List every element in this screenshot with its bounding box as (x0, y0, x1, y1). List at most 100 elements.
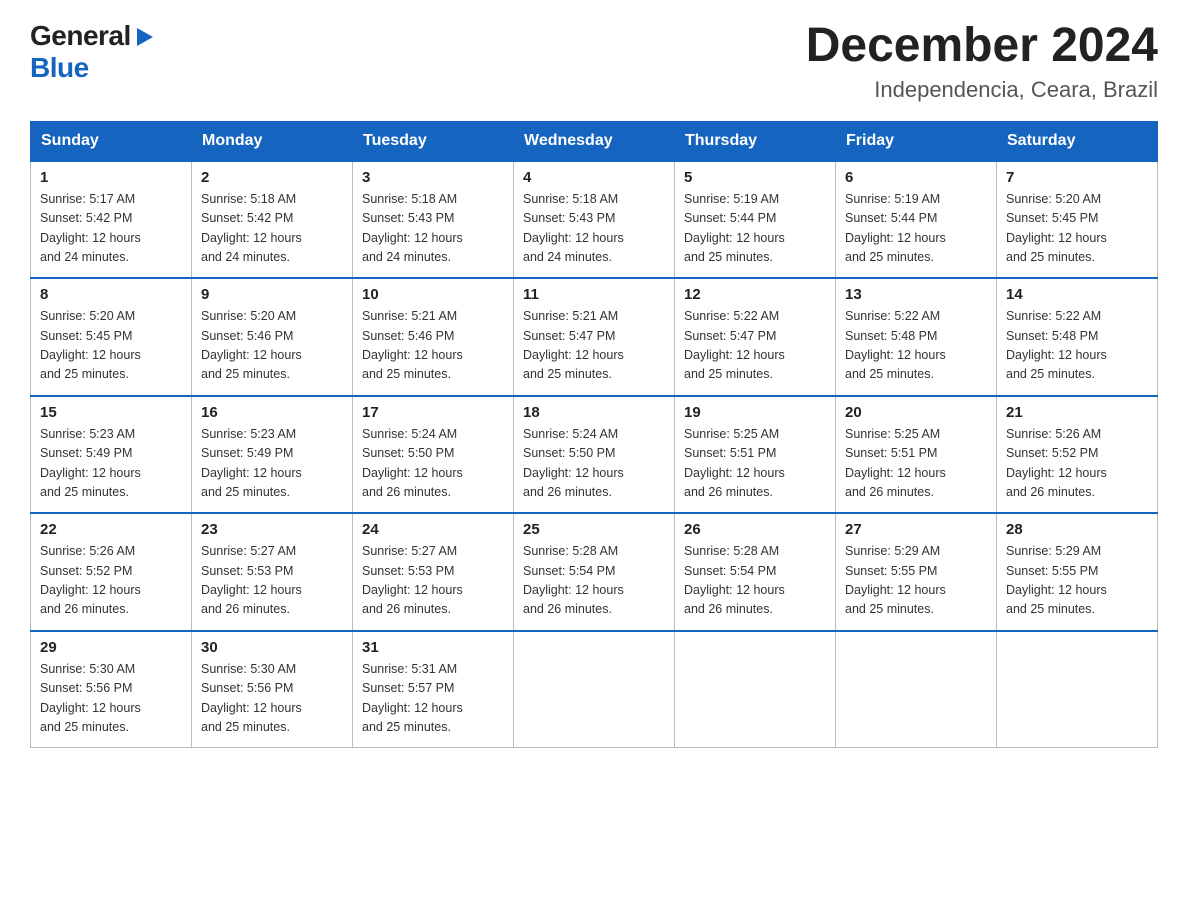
day-number: 29 (40, 639, 182, 656)
day-info: Sunrise: 5:23 AMSunset: 5:49 PMDaylight:… (201, 425, 343, 503)
table-row: 7 Sunrise: 5:20 AMSunset: 5:45 PMDaylight… (997, 161, 1158, 279)
day-info: Sunrise: 5:19 AMSunset: 5:44 PMDaylight:… (845, 190, 987, 268)
col-monday: Monday (192, 121, 353, 161)
day-info: Sunrise: 5:28 AMSunset: 5:54 PMDaylight:… (684, 542, 826, 620)
day-info: Sunrise: 5:24 AMSunset: 5:50 PMDaylight:… (362, 425, 504, 503)
day-number: 7 (1006, 169, 1148, 186)
col-sunday: Sunday (31, 121, 192, 161)
table-row: 14 Sunrise: 5:22 AMSunset: 5:48 PMDayligh… (997, 278, 1158, 396)
day-number: 30 (201, 639, 343, 656)
col-wednesday: Wednesday (514, 121, 675, 161)
calendar-week-row: 22 Sunrise: 5:26 AMSunset: 5:52 PMDayligh… (31, 513, 1158, 631)
day-info: Sunrise: 5:29 AMSunset: 5:55 PMDaylight:… (845, 542, 987, 620)
table-row: 6Sunrise: 5:19 AMSunset: 5:44 PMDaylight… (836, 161, 997, 279)
table-row: 1 Sunrise: 5:17 AMSunset: 5:42 PMDaylight… (31, 161, 192, 279)
logo: General Blue (30, 20, 155, 84)
day-number: 11 (523, 286, 665, 303)
day-info: Sunrise: 5:18 AMSunset: 5:43 PMDaylight:… (523, 190, 665, 268)
day-number: 14 (1006, 286, 1148, 303)
day-number: 21 (1006, 404, 1148, 421)
day-info: Sunrise: 5:21 AMSunset: 5:47 PMDaylight:… (523, 307, 665, 385)
day-info: Sunrise: 5:19 AMSunset: 5:44 PMDaylight:… (684, 190, 826, 268)
table-row: 10 Sunrise: 5:21 AMSunset: 5:46 PMDayligh… (353, 278, 514, 396)
table-row: 3 Sunrise: 5:18 AMSunset: 5:43 PMDaylight… (353, 161, 514, 279)
day-number: 13 (845, 286, 987, 303)
table-row: 18 Sunrise: 5:24 AMSunset: 5:50 PMDayligh… (514, 396, 675, 514)
table-row: 20 Sunrise: 5:25 AMSunset: 5:51 PMDayligh… (836, 396, 997, 514)
day-info: Sunrise: 5:26 AMSunset: 5:52 PMDaylight:… (40, 542, 182, 620)
day-info: Sunrise: 5:29 AMSunset: 5:55 PMDaylight:… (1006, 542, 1148, 620)
day-number: 3 (362, 169, 504, 186)
day-number: 22 (40, 521, 182, 538)
day-info: Sunrise: 5:20 AMSunset: 5:46 PMDaylight:… (201, 307, 343, 385)
day-number: 17 (362, 404, 504, 421)
table-row: 30 Sunrise: 5:30 AMSunset: 5:56 PMDayligh… (192, 631, 353, 748)
day-number: 16 (201, 404, 343, 421)
table-row: 13 Sunrise: 5:22 AMSunset: 5:48 PMDayligh… (836, 278, 997, 396)
table-row: 11 Sunrise: 5:21 AMSunset: 5:47 PMDayligh… (514, 278, 675, 396)
table-row: 17 Sunrise: 5:24 AMSunset: 5:50 PMDayligh… (353, 396, 514, 514)
logo-arrow-icon (133, 26, 155, 48)
table-row: 24Sunrise: 5:27 AMSunset: 5:53 PMDayligh… (353, 513, 514, 631)
day-number: 18 (523, 404, 665, 421)
day-number: 28 (1006, 521, 1148, 538)
day-info: Sunrise: 5:18 AMSunset: 5:42 PMDaylight:… (201, 190, 343, 268)
day-info: Sunrise: 5:20 AMSunset: 5:45 PMDaylight:… (40, 307, 182, 385)
table-row: 2 Sunrise: 5:18 AMSunset: 5:42 PMDaylight… (192, 161, 353, 279)
col-friday: Friday (836, 121, 997, 161)
page-header: General Blue December 2024 Independencia… (30, 20, 1158, 103)
day-info: Sunrise: 5:25 AMSunset: 5:51 PMDaylight:… (684, 425, 826, 503)
day-info: Sunrise: 5:17 AMSunset: 5:42 PMDaylight:… (40, 190, 182, 268)
day-number: 4 (523, 169, 665, 186)
location-text: Independencia, Ceara, Brazil (806, 77, 1158, 103)
day-number: 20 (845, 404, 987, 421)
day-number: 19 (684, 404, 826, 421)
day-info: Sunrise: 5:18 AMSunset: 5:43 PMDaylight:… (362, 190, 504, 268)
day-number: 2 (201, 169, 343, 186)
table-row: 9 Sunrise: 5:20 AMSunset: 5:46 PMDaylight… (192, 278, 353, 396)
day-info: Sunrise: 5:22 AMSunset: 5:48 PMDaylight:… (845, 307, 987, 385)
table-row: 4 Sunrise: 5:18 AMSunset: 5:43 PMDaylight… (514, 161, 675, 279)
day-number: 31 (362, 639, 504, 656)
title-section: December 2024 Independencia, Ceara, Braz… (806, 20, 1158, 103)
logo-blue-text: Blue (30, 52, 89, 84)
calendar-table: Sunday Monday Tuesday Wednesday Thursday… (30, 121, 1158, 749)
day-number: 5 (684, 169, 826, 186)
table-row: 31 Sunrise: 5:31 AMSunset: 5:57 PMDayligh… (353, 631, 514, 748)
table-row (836, 631, 997, 748)
day-info: Sunrise: 5:24 AMSunset: 5:50 PMDaylight:… (523, 425, 665, 503)
day-info: Sunrise: 5:20 AMSunset: 5:45 PMDaylight:… (1006, 190, 1148, 268)
day-number: 25 (523, 521, 665, 538)
table-row: 8 Sunrise: 5:20 AMSunset: 5:45 PMDaylight… (31, 278, 192, 396)
table-row: 22 Sunrise: 5:26 AMSunset: 5:52 PMDayligh… (31, 513, 192, 631)
calendar-week-row: 15Sunrise: 5:23 AMSunset: 5:49 PMDayligh… (31, 396, 1158, 514)
day-number: 12 (684, 286, 826, 303)
table-row: 16 Sunrise: 5:23 AMSunset: 5:49 PMDayligh… (192, 396, 353, 514)
day-info: Sunrise: 5:31 AMSunset: 5:57 PMDaylight:… (362, 660, 504, 738)
table-row: 19 Sunrise: 5:25 AMSunset: 5:51 PMDayligh… (675, 396, 836, 514)
table-row (675, 631, 836, 748)
day-info: Sunrise: 5:27 AMSunset: 5:53 PMDaylight:… (201, 542, 343, 620)
day-number: 10 (362, 286, 504, 303)
day-number: 9 (201, 286, 343, 303)
day-info: Sunrise: 5:25 AMSunset: 5:51 PMDaylight:… (845, 425, 987, 503)
col-thursday: Thursday (675, 121, 836, 161)
table-row: 25 Sunrise: 5:28 AMSunset: 5:54 PMDayligh… (514, 513, 675, 631)
day-number: 27 (845, 521, 987, 538)
day-number: 8 (40, 286, 182, 303)
calendar-week-row: 29 Sunrise: 5:30 AMSunset: 5:56 PMDayligh… (31, 631, 1158, 748)
day-number: 1 (40, 169, 182, 186)
day-info: Sunrise: 5:21 AMSunset: 5:46 PMDaylight:… (362, 307, 504, 385)
day-info: Sunrise: 5:30 AMSunset: 5:56 PMDaylight:… (201, 660, 343, 738)
table-row (997, 631, 1158, 748)
day-info: Sunrise: 5:28 AMSunset: 5:54 PMDaylight:… (523, 542, 665, 620)
day-info: Sunrise: 5:22 AMSunset: 5:47 PMDaylight:… (684, 307, 826, 385)
calendar-header-row: Sunday Monday Tuesday Wednesday Thursday… (31, 121, 1158, 161)
day-number: 23 (201, 521, 343, 538)
col-tuesday: Tuesday (353, 121, 514, 161)
day-number: 24 (362, 521, 504, 538)
day-info: Sunrise: 5:22 AMSunset: 5:48 PMDaylight:… (1006, 307, 1148, 385)
col-saturday: Saturday (997, 121, 1158, 161)
table-row (514, 631, 675, 748)
table-row: 26Sunrise: 5:28 AMSunset: 5:54 PMDayligh… (675, 513, 836, 631)
